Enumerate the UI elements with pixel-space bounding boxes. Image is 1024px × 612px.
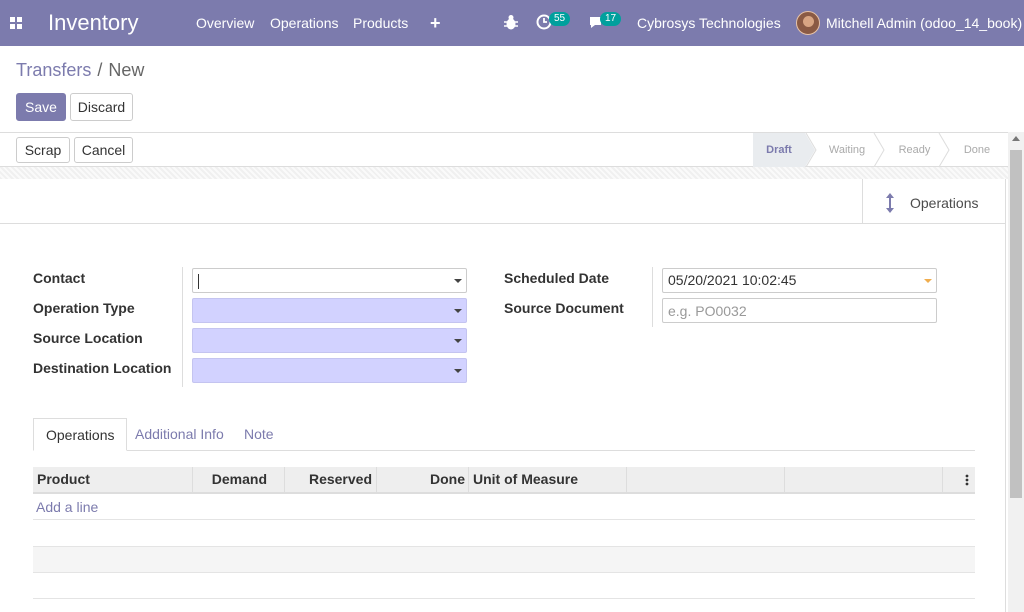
smart-button-box: Operations (0, 179, 1006, 224)
arrows-v-icon (886, 193, 894, 213)
scrollbar-thumb[interactable] (1010, 150, 1022, 498)
optional-columns-icon[interactable] (965, 474, 969, 486)
destination-location-label: Destination Location (33, 360, 172, 376)
column-separator (942, 467, 943, 492)
destination-location-field[interactable] (192, 358, 467, 383)
stage-ready: Ready (898, 144, 931, 156)
notebook-tabs: Operations Additional Info Note (33, 418, 975, 451)
apps-menu-icon[interactable] (10, 17, 22, 29)
scheduled-date-value: 05/20/2021 10:02:45 (668, 272, 797, 288)
contact-label: Contact (33, 270, 86, 286)
source-location-field[interactable] (192, 328, 467, 353)
breadcrumb: Transfers / New (16, 60, 144, 81)
company-switcher[interactable]: Cybrosys Technologies (637, 15, 781, 31)
cancel-button[interactable]: Cancel (74, 137, 133, 163)
operation-type-label: Operation Type (33, 300, 135, 316)
label-separator (182, 267, 183, 387)
chevron-down-icon[interactable] (454, 279, 462, 283)
stage-divider (873, 133, 885, 167)
table-row (33, 573, 975, 599)
table-row (33, 521, 975, 547)
column-header-done[interactable]: Done (376, 467, 465, 492)
column-header-reserved[interactable]: Reserved (284, 467, 372, 492)
column-separator (468, 467, 469, 492)
source-document-input[interactable] (662, 298, 937, 323)
table-header: Product Demand Reserved Done Unit of Mea… (33, 467, 975, 494)
text-cursor (198, 273, 199, 289)
tab-note[interactable]: Note (232, 418, 286, 451)
form-sheet: Operations Contact Operation Type Source… (0, 179, 1006, 612)
operations-smart-button-label: Operations (910, 195, 979, 211)
chevron-down-icon[interactable] (454, 339, 462, 343)
table-row (33, 547, 975, 573)
column-separator (784, 467, 785, 492)
breadcrumb-parent[interactable]: Transfers (16, 60, 91, 80)
sheet-background (0, 167, 1008, 179)
source-location-label: Source Location (33, 330, 143, 346)
stage-draft: Draft (753, 133, 805, 167)
menu-products[interactable]: Products (353, 15, 408, 31)
app-title[interactable]: Inventory (48, 10, 139, 36)
scheduled-date-field[interactable]: 05/20/2021 10:02:45 (662, 268, 937, 293)
top-navbar: Inventory Overview Operations Products +… (0, 0, 1024, 46)
discard-button[interactable]: Discard (70, 93, 133, 121)
message-count-badge: 17 (600, 12, 622, 26)
stage-divider (805, 133, 817, 167)
contact-field[interactable] (192, 268, 467, 293)
label-separator (652, 267, 653, 327)
chevron-down-icon[interactable] (454, 309, 462, 313)
tab-operations[interactable]: Operations (33, 418, 128, 451)
breadcrumb-current: New (108, 60, 145, 80)
column-header-unit-of-measure[interactable]: Unit of Measure (473, 467, 578, 492)
column-header-demand[interactable]: Demand (192, 467, 267, 492)
vertical-scrollbar[interactable] (1008, 132, 1024, 612)
bug-icon[interactable] (504, 14, 518, 30)
menu-operations[interactable]: Operations (270, 15, 338, 31)
breadcrumb-separator: / (97, 60, 103, 80)
operation-type-field[interactable] (192, 298, 467, 323)
form-statusbar: Scrap Cancel Draft Waiting Ready Done (0, 132, 1024, 167)
stage-waiting: Waiting (828, 144, 866, 156)
scroll-up-arrow-icon[interactable] (1012, 136, 1020, 141)
menu-overview[interactable]: Overview (196, 15, 254, 31)
tab-additional-info[interactable]: Additional Info (123, 418, 236, 451)
user-menu[interactable]: Mitchell Admin (odoo_14_book) (826, 15, 1022, 31)
save-button[interactable]: Save (16, 93, 66, 121)
stage-divider (938, 133, 950, 167)
chevron-down-icon[interactable] (454, 369, 462, 373)
column-header-product[interactable]: Product (37, 467, 90, 492)
scheduled-date-label: Scheduled Date (504, 270, 610, 286)
stage-done: Done (963, 144, 991, 156)
activity-count-badge: 55 (549, 12, 571, 26)
plus-icon[interactable]: + (430, 13, 441, 34)
scrap-button[interactable]: Scrap (16, 137, 70, 163)
add-a-line-link[interactable]: Add a line (36, 499, 98, 515)
add-line-row: Add a line (33, 494, 975, 520)
operations-smart-button[interactable]: Operations (862, 179, 1006, 223)
chevron-down-icon[interactable] (924, 279, 932, 283)
source-document-label: Source Document (504, 300, 624, 316)
column-separator (626, 467, 627, 492)
user-avatar[interactable] (796, 11, 820, 35)
